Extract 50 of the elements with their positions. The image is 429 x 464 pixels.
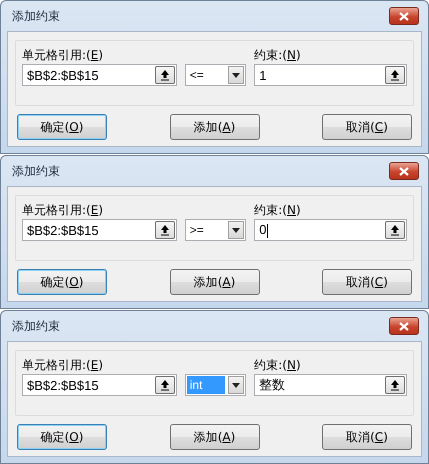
- close-button[interactable]: [389, 162, 419, 180]
- field-label: 约束:(N): [254, 202, 302, 216]
- dialog-button[interactable]: 取消(C): [322, 114, 412, 140]
- dialog-button[interactable]: 取消(C): [322, 269, 412, 295]
- operator-dropdown[interactable]: >=: [184, 219, 246, 241]
- caret-icon: [232, 228, 240, 232]
- input-field[interactable]: 1: [254, 64, 407, 86]
- collapse-button[interactable]: [154, 66, 175, 84]
- close-icon: [399, 322, 409, 330]
- arrow-up-icon: [160, 224, 170, 236]
- dropdown-button[interactable]: [228, 376, 244, 394]
- dropdown-button[interactable]: [228, 221, 244, 239]
- dialog-button[interactable]: 取消(C): [322, 424, 412, 450]
- input-field[interactable]: 0: [254, 219, 407, 241]
- collapse-button[interactable]: [154, 221, 175, 239]
- close-button[interactable]: [389, 317, 419, 335]
- input-field[interactable]: $B$2:$B$15: [22, 64, 177, 86]
- dropdown-button[interactable]: [228, 66, 244, 84]
- field-label: 约束:(N): [254, 357, 302, 371]
- close-icon: [399, 166, 409, 176]
- arrow-up-icon: [390, 224, 400, 236]
- arrow-up-icon: [390, 379, 400, 391]
- collapse-button[interactable]: [385, 221, 405, 239]
- dialog-button[interactable]: 添加(A): [170, 424, 260, 450]
- input-field[interactable]: 整数: [254, 374, 407, 396]
- input-field[interactable]: $B$2:$B$15: [22, 374, 177, 396]
- field-label: 单元格引用:(E): [22, 202, 104, 216]
- dialog-button[interactable]: 确定(O): [17, 424, 107, 450]
- window-title: 添加约束: [12, 318, 60, 334]
- arrow-up-icon: [160, 379, 170, 391]
- collapse-button[interactable]: [385, 376, 405, 394]
- field-label: 单元格引用:(E): [22, 357, 104, 371]
- window-title: 添加约束: [12, 162, 60, 180]
- field-label: 单元格引用:(E): [22, 47, 104, 61]
- collapse-button[interactable]: [385, 66, 405, 84]
- collapse-button[interactable]: [154, 376, 175, 394]
- dialog-button[interactable]: 确定(O): [17, 269, 107, 295]
- dialog-button[interactable]: 添加(A): [170, 269, 260, 295]
- dialog-button[interactable]: 添加(A): [170, 114, 260, 140]
- input-field[interactable]: $B$2:$B$15: [22, 219, 177, 241]
- window-title: 添加约束: [12, 8, 60, 24]
- arrow-up-icon: [390, 69, 400, 81]
- caret-icon: [232, 72, 240, 78]
- close-icon: [399, 12, 409, 20]
- dialog-button[interactable]: 确定(O): [17, 114, 107, 140]
- operator-dropdown[interactable]: <=: [184, 64, 246, 86]
- field-label: 约束:(N): [254, 47, 302, 61]
- close-button[interactable]: [389, 7, 419, 25]
- arrow-up-icon: [160, 69, 170, 81]
- caret-icon: [232, 382, 240, 388]
